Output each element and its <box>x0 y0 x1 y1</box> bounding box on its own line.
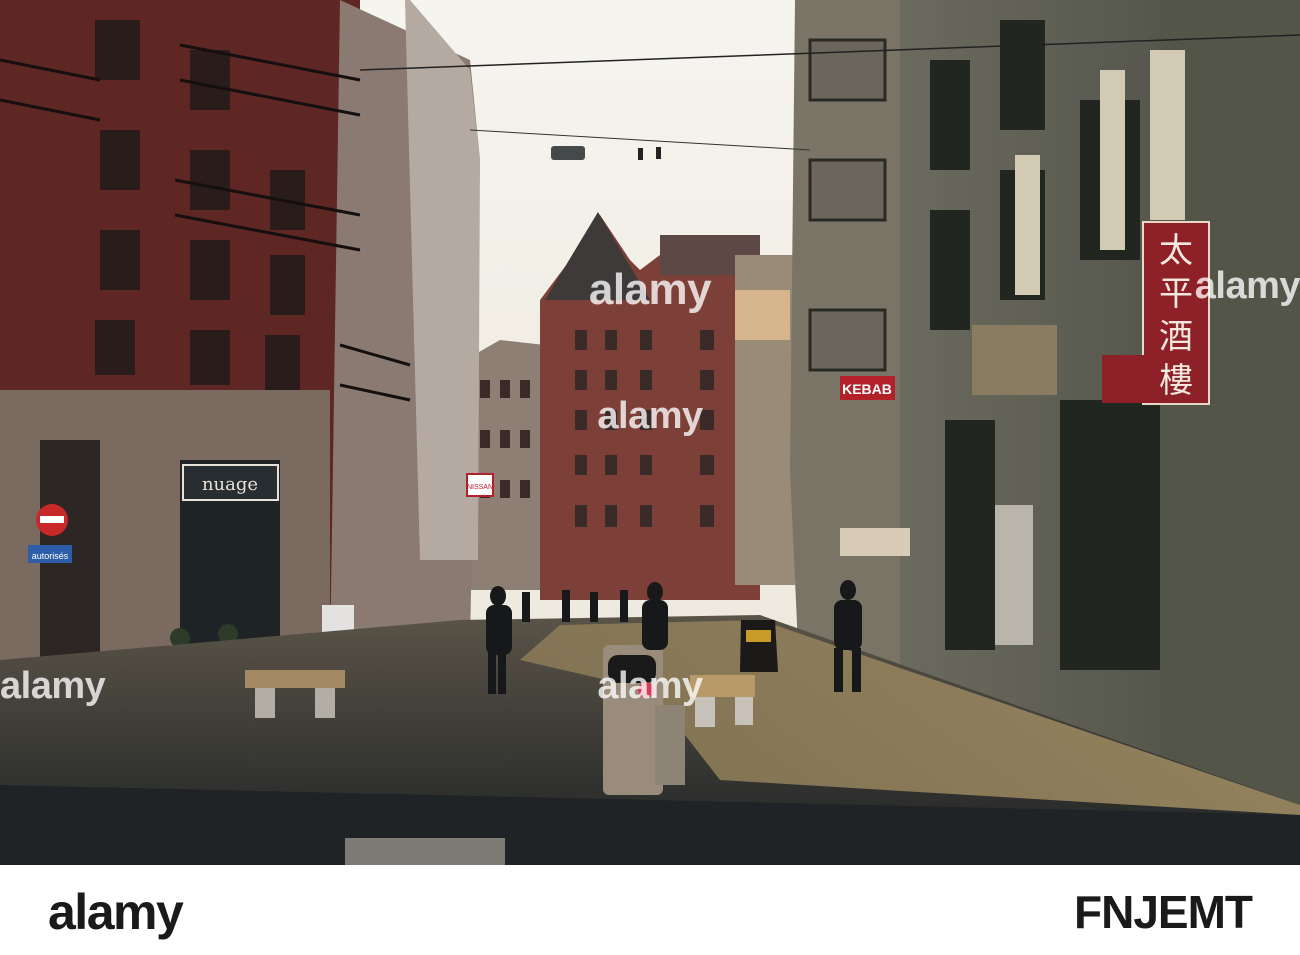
image-id: FNJEMT <box>1074 886 1253 938</box>
svg-text:太: 太 <box>1159 231 1193 271</box>
street-photo: autorisés nuage KEBAB 太 平 酒 樓 NISSAN <box>0 0 1300 865</box>
svg-text:平: 平 <box>1159 274 1193 314</box>
bench <box>690 675 755 697</box>
kebab-sign: KEBAB <box>842 381 892 397</box>
svg-text:樓: 樓 <box>1159 361 1193 401</box>
autorises-sign: autorisés <box>32 551 69 561</box>
street-lamp <box>551 146 585 160</box>
left-buildings: autorisés nuage <box>0 0 480 671</box>
nuage-shop-sign: nuage <box>202 474 258 495</box>
bench <box>245 670 345 688</box>
svg-text:酒: 酒 <box>1159 317 1193 357</box>
alamy-logo: alamy <box>48 884 184 940</box>
nissan-sign: NISSAN <box>467 484 493 491</box>
stock-footer: alamy FNJEMT <box>0 865 1300 955</box>
